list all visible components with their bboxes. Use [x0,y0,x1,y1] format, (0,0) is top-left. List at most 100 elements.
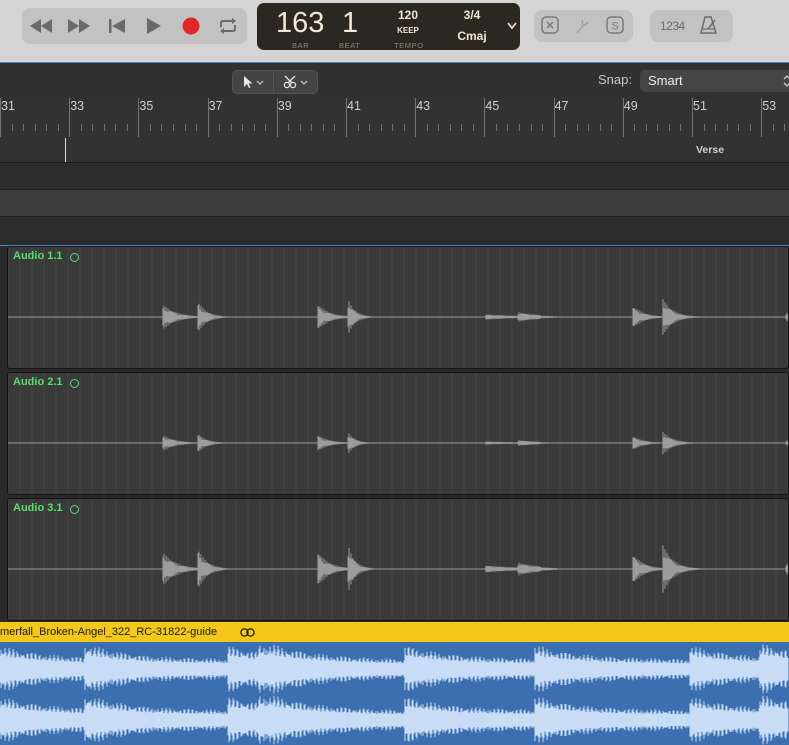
pointer-icon [244,76,264,88]
marker-lane[interactable]: Verse [0,138,789,163]
ruler-minor-tick [242,124,243,131]
ruler-minor-tick [185,124,186,131]
cycle-button[interactable] [209,8,246,44]
record-button[interactable] [172,8,209,44]
audio-region-3[interactable]: Audio 3.1 [7,498,789,621]
ruler-minor-tick [738,124,739,131]
ruler-bar-number: 43 [416,99,431,113]
ruler-minor-tick [138,124,139,131]
signature-lane [0,163,789,190]
svg-text:S: S [611,21,618,33]
ruler-minor-tick [715,124,716,131]
ruler-minor-tick [288,124,289,131]
ruler-minor-tick [565,124,566,131]
guide-region[interactable] [0,642,789,745]
solo-button[interactable]: S [606,16,624,39]
ruler-minor-tick [484,124,485,131]
ruler-minor-tick [35,124,36,131]
ruler-minor-tick [12,124,13,131]
ruler-minor-tick [346,124,347,131]
ruler-major-tick [415,98,417,137]
ruler-minor-tick [427,124,428,131]
loop-icon [70,379,79,388]
ruler-major-tick [622,98,624,137]
play-button[interactable] [135,8,172,44]
ruler-minor-tick [404,124,405,131]
ruler-minor-tick [219,124,220,131]
ruler-bar-number: 39 [277,99,292,113]
ruler-minor-tick [773,124,774,131]
beat-label: BEAT [339,41,361,50]
ruler-major-tick [761,98,763,137]
replace-icon [541,16,559,34]
ruler-minor-tick [81,124,82,131]
region-name: Audio 3.1 [13,502,63,514]
ruler-minor-tick [23,124,24,131]
ruler-minor-tick [311,124,312,131]
ruler-minor-tick [392,124,393,131]
ruler-bar-number: 37 [208,99,223,113]
ruler-minor-tick [450,124,451,131]
replace-button[interactable] [541,16,559,39]
tuner-button[interactable] [574,16,592,39]
bar-label: BAR [292,41,310,50]
marker-verse[interactable]: Verse [696,144,724,156]
ruler-minor-tick [761,124,762,131]
ruler-major-tick [692,98,693,137]
up-down-chevron-icon [783,75,789,87]
metronome-button[interactable] [699,16,719,39]
loop-icon [70,253,79,262]
snap-label: Snap: [598,72,632,87]
ruler-minor-tick [196,124,197,131]
ruler-minor-tick [161,124,162,131]
go-to-beginning-button[interactable] [98,8,135,44]
ruler-minor-tick [750,124,751,131]
ruler-minor-tick [150,124,151,131]
chevron-down-icon[interactable] [507,22,517,30]
fast-forward-button[interactable] [60,8,97,44]
ruler-minor-tick [323,124,324,131]
mode-buttons: S [534,10,633,42]
ruler-major-tick [69,98,71,137]
ruler-minor-tick [381,124,382,131]
bar-ruler[interactable]: 31 33 35 37 39 41 43 45 47 49 51 53 [0,98,789,139]
ruler-major-tick [207,98,209,137]
lcd-display[interactable]: 163 1 BAR BEAT 120 KEEP TEMPO 3/4 Cmaj [257,3,520,50]
waveform [8,499,788,620]
scissors-tool-button[interactable] [273,70,318,94]
ruler-bar-number: 53 [762,99,777,113]
rewind-icon [29,19,52,33]
guide-region-header[interactable]: merfall_Broken-Angel_322_RC-31822-guide [0,622,789,642]
ruler-minor-tick [69,124,70,131]
audio-region-1[interactable]: Audio 1.1 [7,246,789,369]
ruler-minor-tick [657,124,658,131]
ruler-minor-tick [554,124,555,131]
count-in-buttons: 1234 [650,10,733,42]
fast-forward-icon [67,19,90,33]
count-in-button[interactable]: 1234 [660,19,685,33]
beat-value: 1 [342,7,359,39]
audio-region-2[interactable]: Audio 2.1 [7,372,789,495]
tempo-lane [0,190,789,217]
ruler-bar-number: 41 [347,99,361,113]
rewind-button[interactable] [22,8,59,44]
ruler-bar-number: 47 [554,99,569,113]
ruler-minor-tick [669,124,670,131]
ruler-minor-tick [358,124,359,131]
ruler-bar-number: 49 [623,99,638,113]
link-icon [240,628,255,637]
tracks-toolbar: Snap: Smart [0,62,789,99]
guide-region-name: merfall_Broken-Angel_322_RC-31822-guide [0,626,218,638]
ruler-major-tick [0,98,1,137]
ruler-minor-tick [611,124,612,131]
metronome-icon [700,16,718,34]
ruler-minor-tick [680,124,681,131]
guide-waveform [0,644,789,745]
ruler-major-tick [276,98,278,137]
bar-value: 163 [276,7,325,39]
snap-select[interactable]: Smart [640,70,789,92]
pointer-tool-button[interactable] [232,70,274,94]
ruler-minor-tick [58,124,59,131]
ruler-minor-tick [531,124,532,131]
ruler-minor-tick [507,124,508,131]
